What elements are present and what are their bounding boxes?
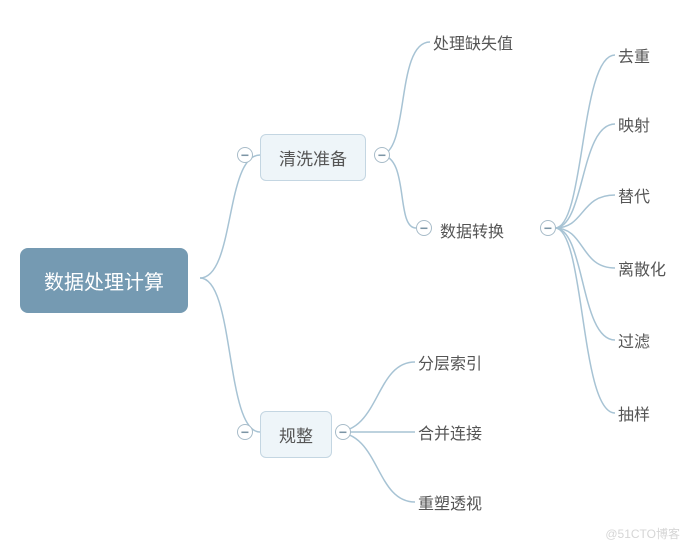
node-filter[interactable]: 过滤 bbox=[618, 328, 650, 352]
toggle-root-lower[interactable]: − bbox=[237, 424, 253, 440]
watermark: @51CTO博客 bbox=[605, 525, 680, 542]
toggle-transform-right[interactable]: − bbox=[540, 220, 556, 236]
node-missing[interactable]: 处理缺失值 bbox=[433, 30, 513, 54]
tidy-label: 规整 bbox=[279, 427, 313, 446]
node-hier[interactable]: 分层索引 bbox=[418, 350, 482, 374]
toggle-tidy[interactable]: − bbox=[335, 424, 351, 440]
toggle-root-upper[interactable]: − bbox=[237, 147, 253, 163]
toggle-transform-left[interactable]: − bbox=[416, 220, 432, 236]
node-dedup[interactable]: 去重 bbox=[618, 43, 650, 67]
node-map[interactable]: 映射 bbox=[618, 112, 650, 136]
toggle-clean[interactable]: − bbox=[374, 147, 390, 163]
root-label: 数据处理计算 bbox=[44, 272, 164, 294]
node-clean[interactable]: 清洗准备 bbox=[260, 134, 366, 181]
node-replace[interactable]: 替代 bbox=[618, 183, 650, 207]
clean-label: 清洗准备 bbox=[279, 150, 347, 169]
node-sample[interactable]: 抽样 bbox=[618, 401, 650, 425]
node-pivot[interactable]: 重塑透视 bbox=[418, 490, 482, 514]
root-node[interactable]: 数据处理计算 bbox=[20, 248, 188, 313]
node-tidy[interactable]: 规整 bbox=[260, 411, 332, 458]
node-discrete[interactable]: 离散化 bbox=[618, 256, 666, 280]
node-merge[interactable]: 合并连接 bbox=[418, 420, 482, 444]
node-transform[interactable]: 数据转换 bbox=[440, 218, 504, 242]
